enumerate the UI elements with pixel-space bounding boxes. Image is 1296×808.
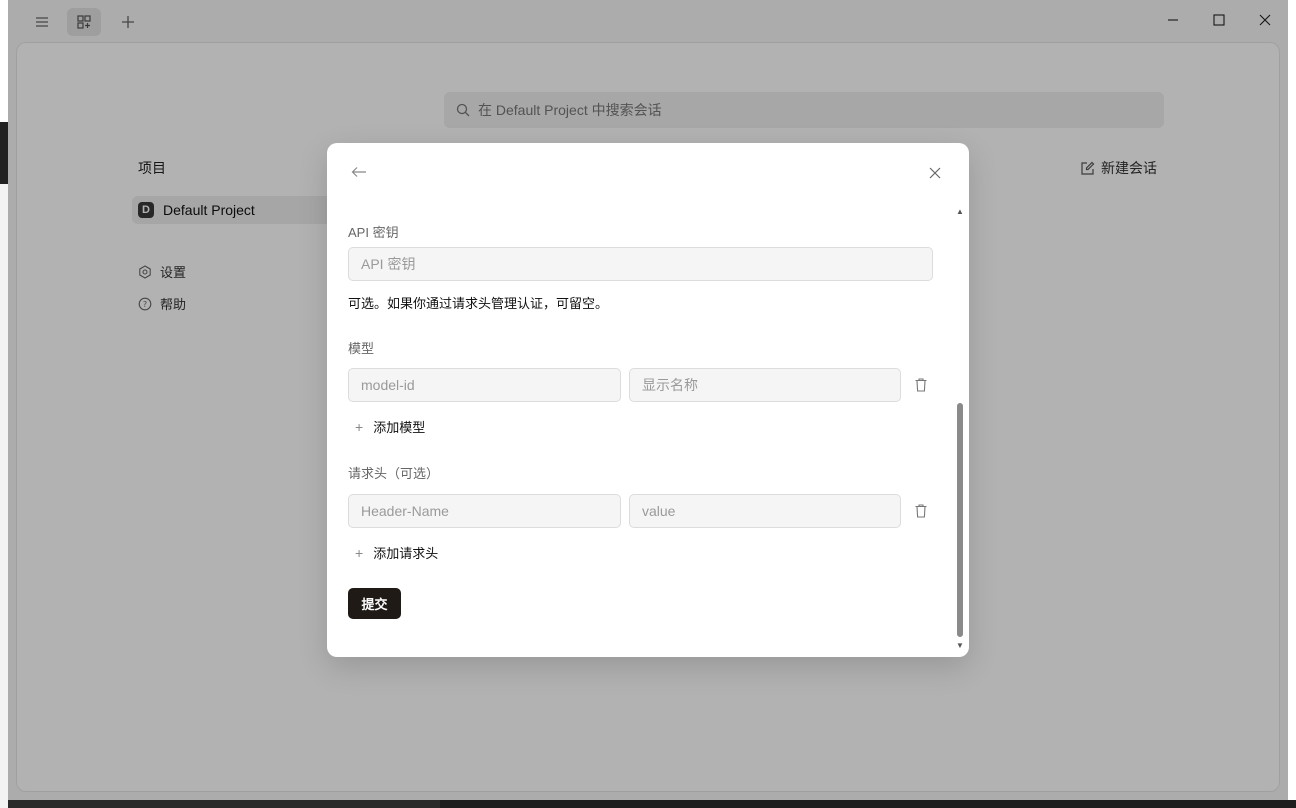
arrow-left-icon bbox=[351, 167, 366, 177]
add-header-button[interactable]: + 添加请求头 bbox=[355, 543, 438, 562]
back-button[interactable] bbox=[349, 163, 369, 181]
dialog-scrollbar[interactable]: ▲ ▼ bbox=[954, 207, 966, 655]
submit-button[interactable]: 提交 bbox=[348, 588, 401, 619]
headers-label: 请求头（可选） bbox=[348, 466, 440, 481]
scrollbar-thumb[interactable] bbox=[957, 403, 963, 637]
display-name-input[interactable] bbox=[629, 368, 901, 402]
trash-icon bbox=[915, 378, 927, 392]
header-name-input[interactable] bbox=[348, 494, 621, 528]
models-label: 模型 bbox=[348, 341, 375, 356]
api-key-input[interactable] bbox=[348, 247, 933, 281]
header-value-input[interactable] bbox=[629, 494, 901, 528]
api-key-hint: 可选。如果你通过请求头管理认证，可留空。 bbox=[348, 296, 609, 311]
close-icon bbox=[929, 167, 941, 179]
scroll-down-arrow-icon[interactable]: ▼ bbox=[956, 641, 964, 651]
delete-header-button[interactable] bbox=[913, 503, 929, 519]
api-key-label: API 密钥 bbox=[348, 225, 399, 240]
model-id-input[interactable] bbox=[348, 368, 621, 402]
scroll-up-arrow-icon[interactable]: ▲ bbox=[956, 207, 964, 217]
add-model-button[interactable]: + 添加模型 bbox=[355, 417, 425, 436]
close-dialog-button[interactable] bbox=[925, 163, 945, 183]
provider-dialog: API 密钥 可选。如果你通过请求头管理认证，可留空。 模型 + 添加模型 请求… bbox=[327, 143, 969, 657]
plus-icon: + bbox=[355, 418, 364, 435]
add-header-label: 添加请求头 bbox=[373, 546, 439, 561]
trash-icon bbox=[915, 504, 927, 518]
delete-model-button[interactable] bbox=[913, 377, 929, 393]
add-model-label: 添加模型 bbox=[373, 420, 426, 435]
plus-icon: + bbox=[355, 544, 364, 561]
